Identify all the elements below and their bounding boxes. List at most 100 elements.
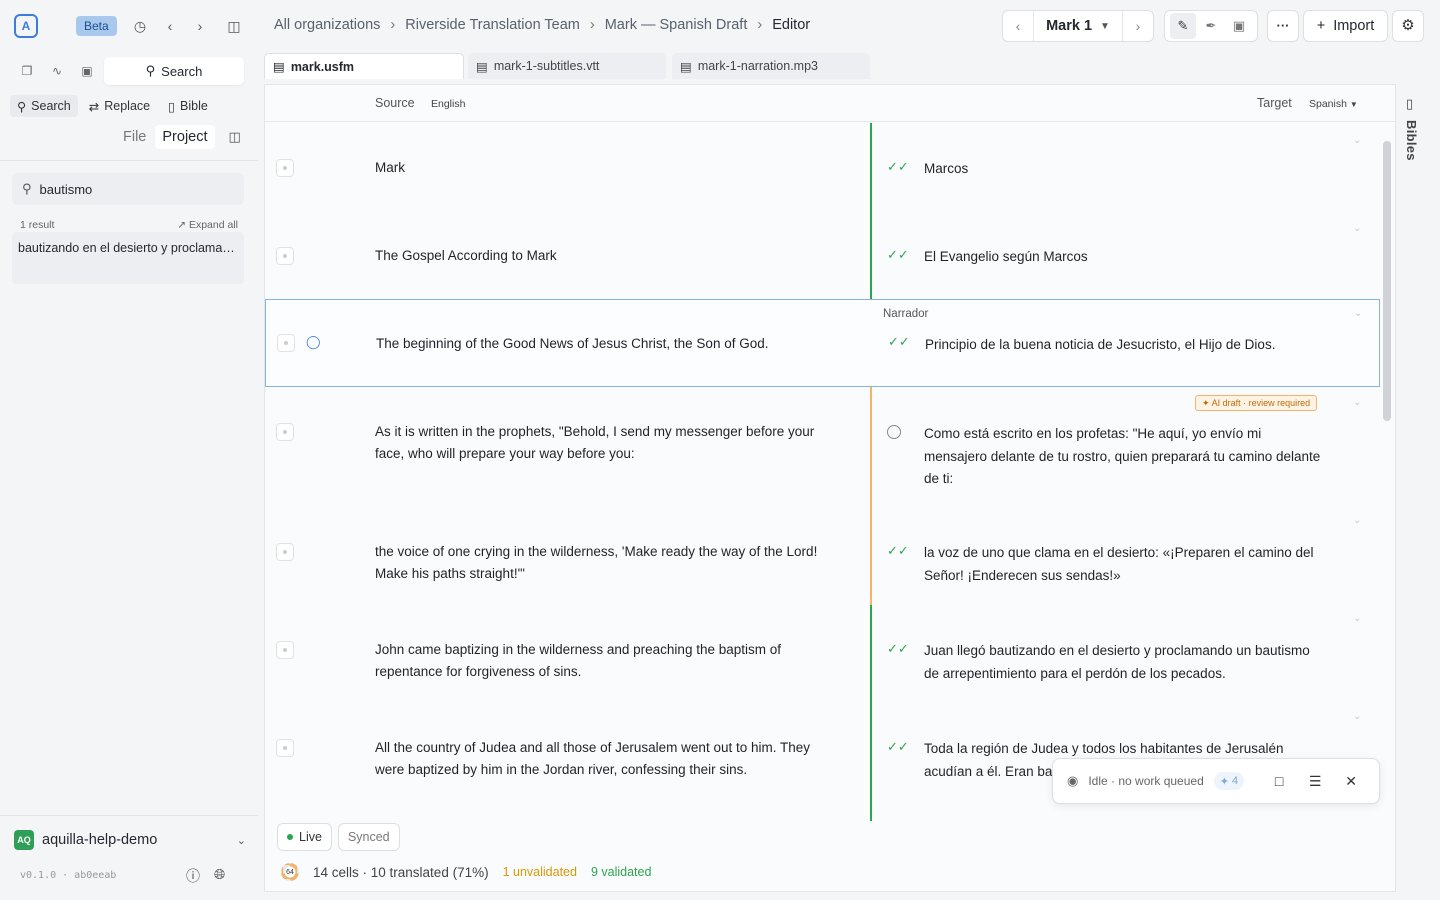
table-row-selected[interactable]: ◯ The beginning of the Good News of Jesu…	[265, 299, 1380, 387]
live-status-button[interactable]: Live	[277, 823, 332, 851]
mode-bible[interactable]: ▯ Bible	[161, 95, 215, 117]
history-icon[interactable]: ◷	[130, 16, 150, 36]
table-row[interactable]: John came baptizing in the wilderness an…	[265, 605, 1380, 703]
mode-search[interactable]: ⚲ Search	[10, 95, 78, 117]
validated-check-icon[interactable]: ✓✓	[888, 334, 910, 350]
file-tab-vtt[interactable]: ▤ mark-1-subtitles.vtt	[468, 53, 666, 79]
mode-replace-label: Replace	[104, 99, 151, 113]
breadcrumb-editor: Editor	[772, 17, 811, 33]
waveform-icon[interactable]: ∿	[42, 64, 72, 78]
robot-icon[interactable]: ▣	[72, 64, 102, 78]
eye-icon[interactable]: ◉	[1067, 773, 1078, 789]
chevron-down-icon[interactable]: ⌄	[1354, 308, 1362, 319]
validated-check-icon[interactable]: ✓✓	[887, 543, 909, 559]
scrollbar-thumb[interactable]	[1383, 141, 1391, 421]
toggle-sidebar-icon[interactable]: ◫	[224, 16, 244, 36]
brush-icon[interactable]: ✒	[1198, 13, 1224, 39]
cell-menu-icon[interactable]	[276, 739, 294, 757]
cell-menu-icon[interactable]	[276, 247, 294, 265]
chevron-down-icon[interactable]: ⌄	[1353, 711, 1361, 722]
breadcrumb-team[interactable]: Riverside Translation Team	[405, 17, 580, 33]
globe-icon[interactable]: 🌐︎	[214, 866, 225, 886]
bibles-label[interactable]: Bibles	[1404, 120, 1419, 161]
back-icon[interactable]: ‹	[160, 16, 180, 36]
list-icon[interactable]: ☰	[1304, 773, 1326, 790]
chevron-down-icon[interactable]: ⌄	[1353, 397, 1361, 408]
prev-chapter-icon[interactable]: ‹	[1003, 18, 1033, 34]
cell-menu-icon[interactable]	[276, 423, 294, 441]
unvalidated-circle-icon[interactable]	[887, 425, 901, 439]
next-chapter-icon[interactable]: ›	[1123, 18, 1153, 34]
file-tab-mp3[interactable]: ▤ mark-1-narration.mp3	[672, 53, 870, 79]
chevron-down-icon[interactable]: ⌄	[1353, 613, 1361, 624]
target-text[interactable]: El Evangelio según Marcos	[924, 246, 1324, 269]
more-button[interactable]: ···	[1267, 10, 1299, 42]
breadcrumb-project[interactable]: Mark — Spanish Draft	[605, 17, 748, 33]
bible-book-icon[interactable]: ▯	[1406, 96, 1413, 112]
top-bar: A Beta ◷ ‹ › ◫ All organizations › River…	[0, 0, 1440, 52]
breadcrumb-separator: ›	[390, 17, 396, 33]
target-text[interactable]: Como está escrito en los profetas: "He a…	[924, 423, 1324, 491]
file-tab-usfm[interactable]: ▤ mark.usfm	[264, 53, 464, 79]
settings-gear-icon[interactable]: ⚙	[1392, 10, 1424, 42]
chapter-select[interactable]: Mark 1 ▼	[1033, 11, 1123, 41]
progress-stats: 64 14 cells · 10 translated (71%) 1 unva…	[281, 863, 651, 881]
synced-status-button[interactable]: Synced	[337, 823, 400, 851]
table-row[interactable]: Mark ✓✓ Marcos ⌄	[265, 123, 1380, 211]
copy-icon[interactable]: ❐	[12, 64, 42, 78]
edit-tools: ✎ ✒ ▣	[1164, 10, 1258, 42]
live-dot-icon	[287, 834, 293, 840]
validated-check-icon[interactable]: ✓✓	[887, 739, 909, 755]
search-result-item[interactable]: bautizando en el desierto y proclaman...	[12, 232, 244, 284]
chevron-down-icon[interactable]: ⌄	[1353, 515, 1361, 526]
table-row[interactable]: The Gospel According to Mark ✓✓ El Evang…	[265, 211, 1380, 299]
validated-check-icon[interactable]: ✓✓	[887, 159, 909, 175]
bibles-rail[interactable]: ▯ Bibles	[1398, 84, 1432, 892]
queue-count: 4	[1231, 775, 1239, 787]
target-text[interactable]: Juan llegó bautizando en el desierto y p…	[924, 640, 1324, 685]
replace-icon: ⇄	[88, 99, 100, 114]
sidebar-tabs: ❐ ∿ ▣ ⚲ Search	[12, 56, 244, 86]
add-comment-icon[interactable]: □	[1268, 773, 1290, 789]
validated-count[interactable]: 9 validated	[591, 865, 651, 879]
scrollbar[interactable]	[1383, 125, 1391, 815]
source-text: John came baptizing in the wilderness an…	[375, 642, 781, 679]
import-button[interactable]: + Import	[1303, 10, 1388, 42]
cell-menu-icon[interactable]	[276, 543, 294, 561]
divider	[0, 160, 258, 161]
mode-replace[interactable]: ⇄ Replace	[82, 95, 157, 117]
breadcrumb-organizations[interactable]: All organizations	[274, 17, 380, 33]
sidebar-tab-search[interactable]: ⚲ Search	[104, 57, 244, 85]
scope-project[interactable]: Project	[155, 125, 215, 149]
cell-menu-icon[interactable]	[276, 159, 294, 177]
expand-all-button[interactable]: ↗ Expand all	[177, 219, 238, 231]
validated-check-icon[interactable]: ✓✓	[887, 641, 909, 657]
table-row[interactable]: the voice of one crying in the wildernes…	[265, 507, 1380, 605]
robot-icon[interactable]: ▣	[1226, 13, 1252, 39]
unvalidated-count[interactable]: 1 unvalidated	[503, 865, 577, 879]
scope-file[interactable]: File	[116, 125, 153, 149]
workspace-switcher[interactable]: AQ aquilla-help-demo ⌄	[14, 830, 246, 850]
file-icon: ▤	[680, 59, 692, 74]
target-text[interactable]: Marcos	[924, 158, 1324, 181]
close-icon[interactable]: ✕	[1340, 773, 1362, 790]
comment-icon[interactable]: ◯	[306, 334, 321, 350]
search-input[interactable]	[39, 181, 220, 197]
cell-menu-icon[interactable]	[276, 641, 294, 659]
ai-draft-badge-label: AI draft · review required	[1211, 398, 1311, 408]
app-logo-icon[interactable]: A	[14, 14, 38, 38]
chevron-down-icon[interactable]: ⌄	[1353, 135, 1361, 146]
forward-icon[interactable]: ›	[190, 16, 210, 36]
target-text[interactable]: Principio de la buena noticia de Jesucri…	[925, 334, 1325, 357]
source-text: All the country of Judea and all those o…	[375, 740, 810, 777]
validated-check-icon[interactable]: ✓✓	[887, 247, 909, 263]
target-text[interactable]: la voz de uno que clama en el desierto: …	[924, 542, 1324, 587]
help-icon[interactable]: ⓘ	[186, 866, 200, 886]
table-row[interactable]: As it is written in the prophets, "Behol…	[265, 387, 1380, 507]
cell-menu-icon[interactable]	[277, 334, 295, 352]
chevron-down-icon[interactable]: ⌄	[1353, 223, 1361, 234]
open-book-icon[interactable]: ◫	[229, 129, 241, 145]
target-language-select[interactable]: Spanish ▼	[1309, 98, 1358, 110]
version-label: v0.1.0 · ab0eeab	[20, 870, 117, 881]
pencil-icon[interactable]: ✎	[1170, 13, 1196, 39]
